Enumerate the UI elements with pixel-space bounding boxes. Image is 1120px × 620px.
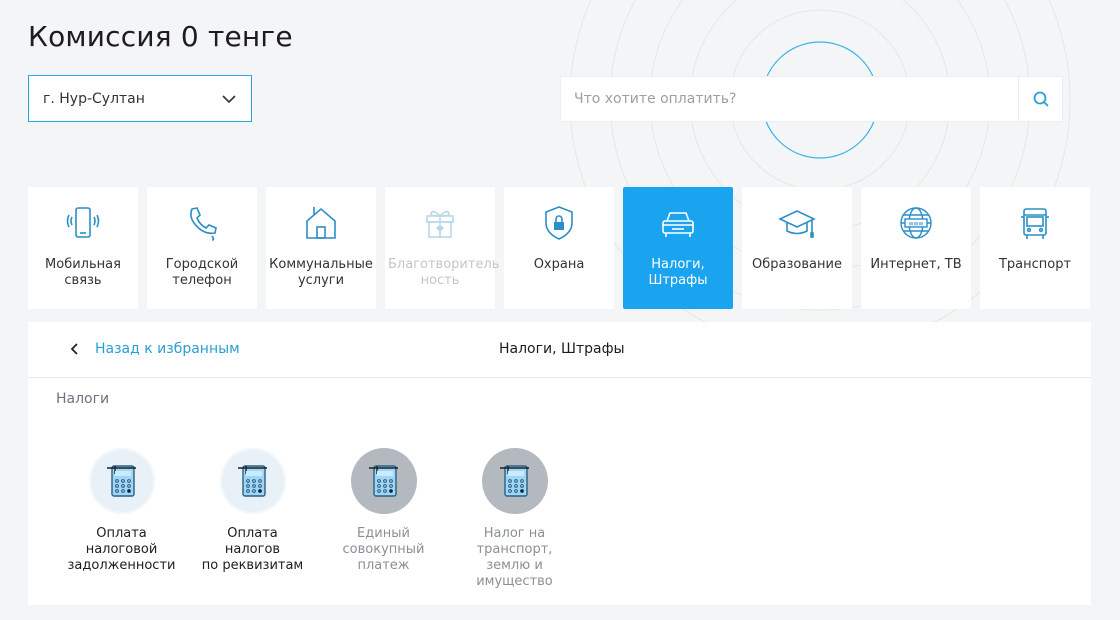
category-bar: Мобильная связь Городской телефон Коммунал… xyxy=(28,187,1090,309)
category-tile[interactable]: Налоги, Штрафы xyxy=(623,187,733,309)
back-link-label: Назад к избранным xyxy=(95,341,240,357)
svg-text:www: www xyxy=(909,221,924,228)
category-label: Транспорт xyxy=(998,257,1072,272)
service-list: Оплата налоговой задолженности Оплата нало… xyxy=(68,448,592,590)
panel-header: Назад к избранным Налоги, Штрафы xyxy=(28,322,1091,378)
category-tile[interactable]: Благотворитель ность xyxy=(385,187,500,309)
category-label: Охрана xyxy=(533,257,585,272)
category-label: Городской телефон xyxy=(165,257,239,288)
city-select[interactable]: г. Нур-Султан xyxy=(28,75,252,122)
search-bar xyxy=(560,76,1063,122)
panel-title: Налоги, Штрафы xyxy=(499,341,625,357)
service-label: Оплата налогов по реквизитам xyxy=(201,526,304,573)
category-tile[interactable]: Охрана xyxy=(504,187,614,309)
category-label: Интернет, ТВ xyxy=(870,257,962,272)
service-item[interactable]: Оплата налогов по реквизитам xyxy=(199,448,306,590)
service-label: Оплата налоговой задолженности xyxy=(67,526,176,573)
category-tile[interactable]: Мобильная связь xyxy=(28,187,138,309)
category-tile[interactable]: Транспорт xyxy=(980,187,1090,309)
service-item[interactable]: Оплата налоговой задолженности xyxy=(68,448,175,590)
house-icon xyxy=(301,202,341,244)
category-label: Налоги, Штрафы xyxy=(648,257,708,288)
category-tile[interactable]: Образование xyxy=(742,187,852,309)
calculator-icon xyxy=(219,448,286,514)
category-label: Благотворитель ность xyxy=(388,257,500,288)
car-icon xyxy=(658,202,698,244)
category-tile[interactable]: Городской телефон xyxy=(147,187,257,309)
mobile-phone-icon xyxy=(63,202,103,244)
category-tile[interactable]: www Интернет, ТВ xyxy=(861,187,971,309)
calculator-icon xyxy=(88,448,155,514)
service-label: Единый совокупный платеж xyxy=(342,526,425,573)
bus-icon xyxy=(1015,202,1055,244)
search-input[interactable] xyxy=(561,77,1018,121)
section-label: Налоги xyxy=(56,391,110,407)
services-panel: Назад к избранным Налоги, Штрафы Налоги … xyxy=(28,322,1091,605)
graduation-cap-icon xyxy=(777,202,817,244)
page-title: Комиссия 0 тенге xyxy=(28,20,293,53)
category-label: Образование xyxy=(752,257,842,272)
service-item[interactable]: Единый совокупный платеж xyxy=(330,448,437,590)
category-label: Коммунальные услуги xyxy=(269,257,373,288)
calculator-icon xyxy=(350,448,417,514)
shield-lock-icon xyxy=(539,202,579,244)
service-item[interactable]: Налог на транспорт, землю и имущество xyxy=(461,448,568,590)
city-select-value: г. Нур-Султан xyxy=(43,90,145,107)
category-label: Мобильная связь xyxy=(45,257,121,288)
search-icon xyxy=(1033,91,1049,107)
chevron-left-icon xyxy=(70,343,78,355)
category-tile[interactable]: Коммунальные услуги xyxy=(266,187,376,309)
back-to-favorites-link[interactable]: Назад к избранным xyxy=(68,341,240,357)
service-label: Налог на транспорт, землю и имущество xyxy=(476,526,553,589)
search-button[interactable] xyxy=(1018,77,1062,121)
chevron-down-icon xyxy=(222,94,236,103)
globe-icon: www xyxy=(896,202,936,244)
calculator-icon xyxy=(481,448,548,514)
landline-phone-icon xyxy=(182,202,222,244)
gift-icon xyxy=(420,202,460,244)
background-rings xyxy=(569,0,1071,351)
